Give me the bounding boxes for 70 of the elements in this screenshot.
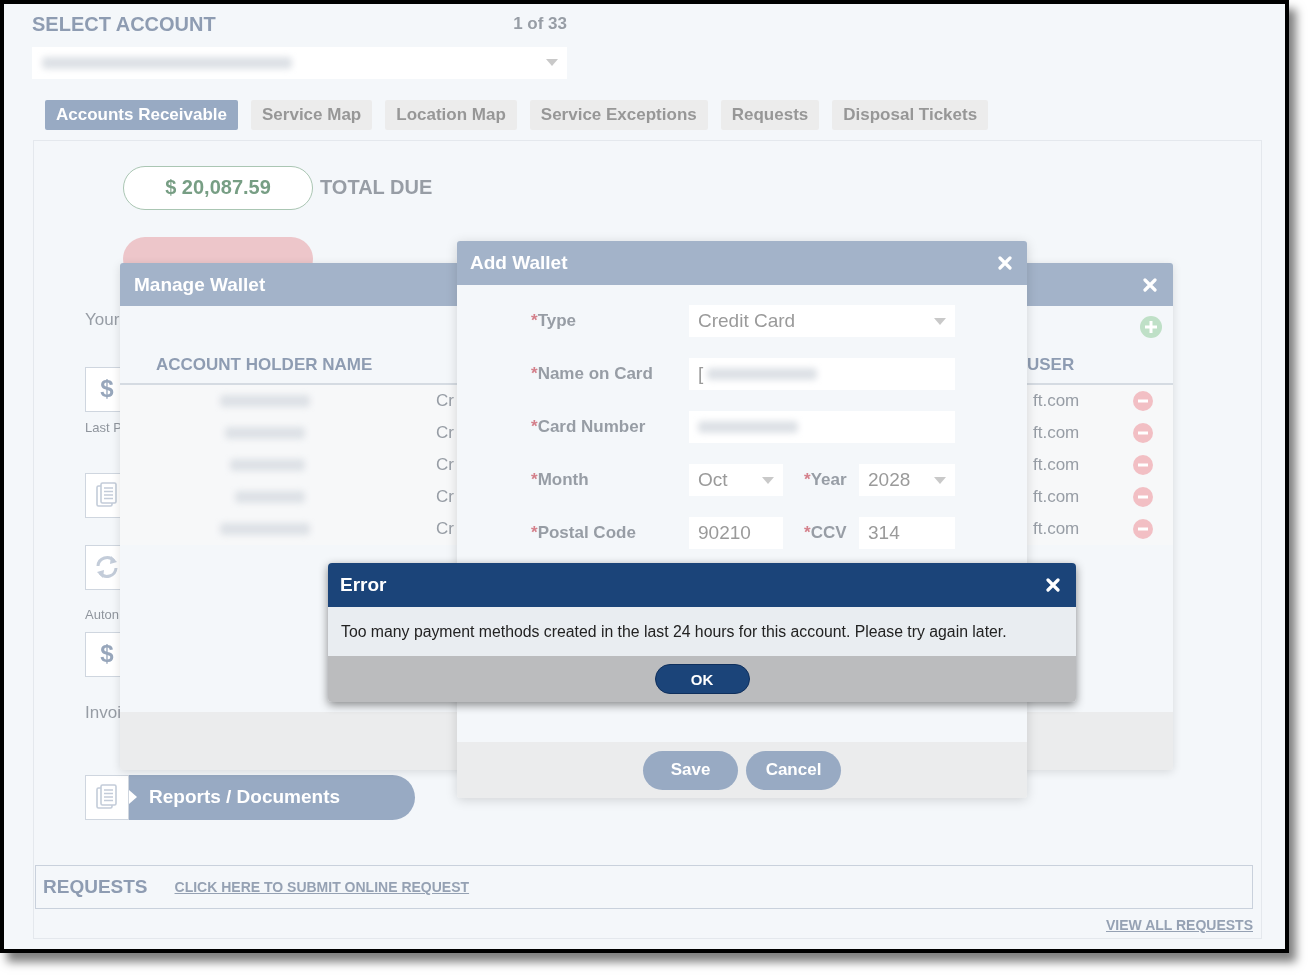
input-field[interactable] (689, 411, 955, 443)
document-icon (96, 482, 118, 509)
dialog-button[interactable]: Cancel (746, 750, 841, 790)
table-cell: ft.com (1033, 519, 1080, 539)
column-header: ACCOUNT HOLDER NAME (156, 355, 373, 376)
document-tile[interactable] (85, 774, 129, 820)
caret-icon (934, 317, 946, 325)
tab[interactable]: Location Map (385, 99, 517, 130)
close-icon (1143, 277, 1157, 292)
dialog-button[interactable]: Save (643, 750, 738, 790)
remove-icon (1133, 391, 1153, 411)
account-counter: 1 of 33 (513, 14, 567, 34)
dollar-icon: $ (100, 640, 114, 669)
dollar-icon: $ (100, 375, 114, 404)
refresh-icon (94, 555, 120, 580)
table-cell: ft.com (1033, 391, 1080, 411)
remove-icon (1133, 487, 1153, 507)
field-label: *Postal Code (531, 523, 637, 543)
tab[interactable]: Disposal Tickets (832, 99, 989, 130)
tile-caption: Auton (85, 606, 119, 623)
field-label: *Month (531, 470, 590, 490)
select-field[interactable]: 2028 (859, 464, 955, 496)
close-icon (1046, 578, 1060, 592)
select-field[interactable]: Oct (689, 464, 783, 496)
field-label: *Card Number (531, 417, 647, 437)
tab[interactable]: Accounts Receivable (45, 99, 238, 130)
field-label: *CCV (804, 523, 848, 543)
dialog-title: Error (340, 574, 387, 596)
table-cell: ft.com (1033, 487, 1080, 507)
account-select[interactable] (32, 47, 567, 79)
total-due-amount: $ 20,087.59 (123, 165, 313, 210)
table-cell: ft.com (1033, 423, 1080, 443)
field-label: *Type (531, 311, 578, 331)
select-field[interactable]: Credit Card (689, 305, 955, 337)
document-icon (96, 784, 118, 811)
ok-button[interactable]: OK (654, 664, 750, 694)
submit-request-link[interactable]: CLICK HERE TO SUBMIT ONLINE REQUEST (174, 879, 470, 895)
tab[interactable]: Service Map (251, 99, 373, 130)
view-all-requests-link[interactable]: VIEW ALL REQUESTS (1106, 917, 1253, 933)
table-cell: ft.com (1033, 455, 1080, 475)
table-cell: Cr (436, 455, 454, 475)
table-cell: Cr (436, 423, 454, 443)
table-cell: Cr (436, 519, 454, 539)
dialog-title: Manage Wallet (134, 273, 266, 296)
page-title: SELECT ACCOUNT (32, 12, 216, 36)
amount-label: TOTAL DUE (320, 176, 433, 200)
invoice-text: Invoi (85, 702, 121, 723)
caret-icon (762, 476, 774, 484)
intro-text: Your (85, 309, 120, 330)
requests-title: REQUESTS (43, 876, 148, 898)
input-field[interactable]: [ (689, 358, 955, 390)
column-header: USER (1027, 355, 1075, 376)
caret-icon (546, 59, 558, 67)
error-message: Too many payment methods created in the last 24 hours for this account. Please try again later. (341, 622, 1007, 641)
remove-icon (1133, 455, 1153, 475)
table-cell: Cr (436, 391, 454, 411)
input-field[interactable]: 314 (859, 517, 955, 549)
tab[interactable]: Requests (720, 99, 820, 130)
close-icon (998, 256, 1012, 270)
caret-icon (934, 476, 946, 484)
field-label: *Name on Card (531, 364, 654, 384)
dialog-title: Add Wallet (470, 252, 568, 274)
remove-icon (1133, 519, 1153, 539)
remove-icon (1133, 423, 1153, 443)
table-cell: Cr (436, 487, 454, 507)
field-label: *Year (804, 470, 848, 490)
reports-button[interactable]: Reports / Documents (129, 774, 415, 820)
tab[interactable]: Service Exceptions (529, 99, 708, 130)
add-icon (1140, 316, 1162, 338)
input-field[interactable]: 90210 (689, 517, 783, 549)
